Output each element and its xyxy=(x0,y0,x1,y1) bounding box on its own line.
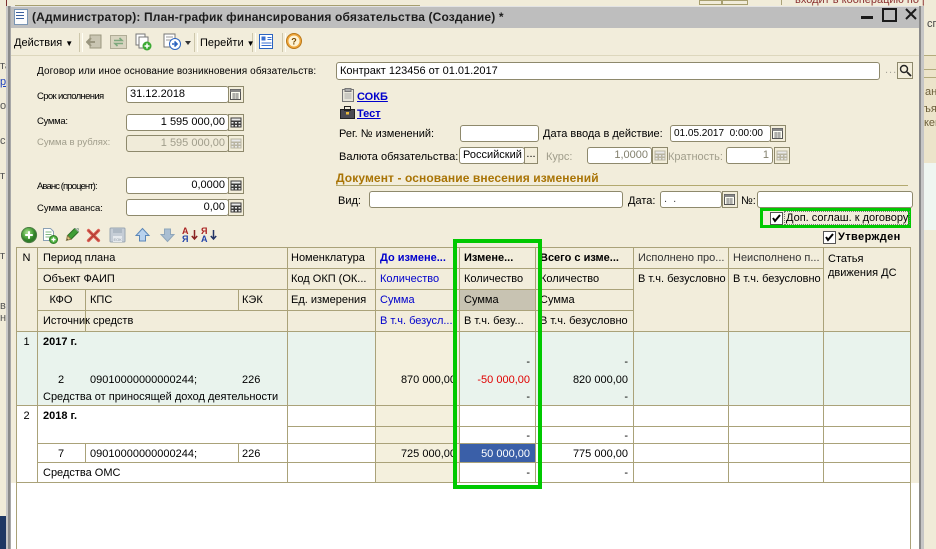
svg-text:ЕОК: ЕОК xyxy=(113,237,122,242)
svg-text:А: А xyxy=(201,234,208,244)
svg-text:?: ? xyxy=(291,37,297,47)
svg-text:Я: Я xyxy=(182,234,188,244)
